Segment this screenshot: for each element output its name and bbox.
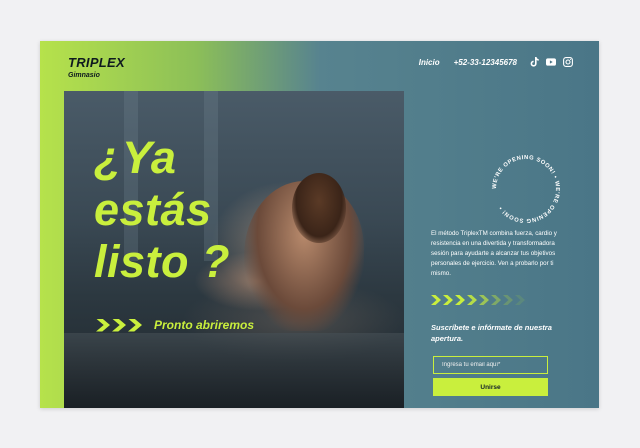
nav-phone-link[interactable]: +52-33-12345678 (454, 58, 517, 67)
hero-headline: ¿Ya estás listo ? (94, 132, 230, 288)
opening-soon-badge: WE'RE OPENING SOON! • WE'RE OPENING SOON… (492, 155, 560, 223)
chevron-arrows-icon (431, 295, 525, 305)
headline-line-2: estás (94, 184, 212, 235)
subscribe-heading: Suscríbete e infórmate de nuestra apertu… (431, 323, 552, 343)
athlete-hair (292, 173, 346, 243)
opening-soon-text: Pronto abriremos (154, 318, 255, 332)
brand-subtitle: Gimnasio (68, 72, 100, 79)
method-description: El método TriplexTM combina fuerza, card… (431, 230, 557, 277)
brand-name: TRIPLEX (68, 55, 125, 70)
youtube-icon[interactable] (546, 57, 556, 67)
svg-text:WE'RE OPENING SOON! • WE'RE OP: WE'RE OPENING SOON! • WE'RE OPENING SOON… (492, 155, 560, 223)
headline-line-1: ¿Ya (94, 132, 177, 183)
gym-floor (64, 333, 404, 408)
top-nav: Inicio +52-33-12345678 (419, 57, 573, 67)
email-field[interactable] (433, 356, 548, 374)
hero-image: ¿Ya estás listo ? Pronto abriremos (64, 91, 404, 408)
headline-line-3: listo ? (94, 236, 230, 287)
site-frame: TRIPLEX Gimnasio Inicio +52-33-12345678 … (40, 41, 599, 408)
instagram-icon[interactable] (563, 57, 573, 67)
opening-soon-banner: Pronto abriremos (96, 318, 254, 332)
brand-logo[interactable]: TRIPLEX Gimnasio (68, 55, 125, 79)
nav-home-link[interactable]: Inicio (419, 58, 440, 67)
tiktok-icon[interactable] (529, 57, 539, 67)
chevron-arrows-icon (96, 318, 142, 332)
badge-text: WE'RE OPENING SOON! • WE'RE OPENING SOON… (492, 155, 560, 223)
join-button[interactable]: Unirse (433, 378, 548, 396)
social-icons (529, 57, 573, 67)
